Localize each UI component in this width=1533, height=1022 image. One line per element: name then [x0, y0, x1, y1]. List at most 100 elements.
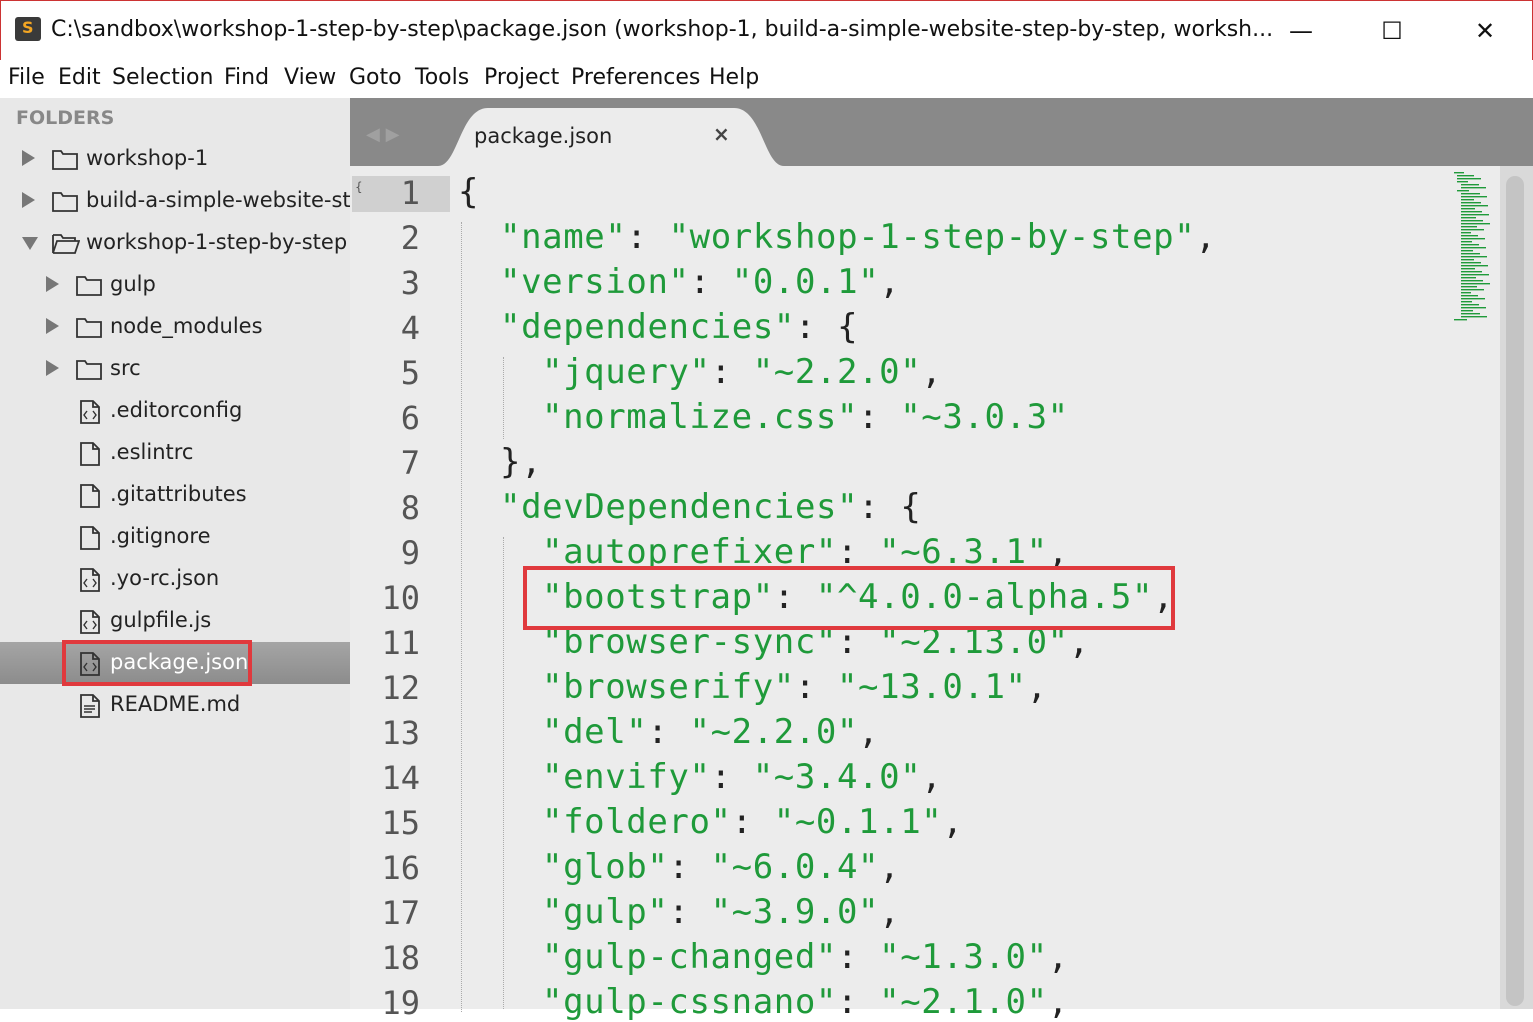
minimap-line: [1461, 235, 1478, 237]
punctuation-token: ,: [921, 757, 943, 797]
menu-preferences[interactable]: Preferences: [571, 65, 700, 90]
sidebar-item-label: src: [110, 356, 141, 380]
code-line[interactable]: "gulp": "~3.9.0",: [542, 892, 900, 932]
tab-nav-arrows-icon[interactable]: ◀ ▶: [366, 124, 399, 145]
menu-view[interactable]: View: [284, 65, 336, 90]
line-number: 15: [381, 804, 420, 842]
minimap-line: [1461, 226, 1477, 228]
minimap-line: [1461, 301, 1472, 303]
sidebar-item-editorconfig[interactable]: .editorconfig: [0, 390, 350, 432]
minimap-line: [1457, 178, 1481, 180]
maximize-button[interactable]: ☐: [1362, 11, 1422, 51]
sidebar-highlight-box: [62, 640, 252, 686]
minimap-line: [1454, 319, 1467, 321]
collapsed-arrow-icon[interactable]: [46, 318, 59, 334]
sidebar-item-build-a-simple-website-ste[interactable]: build-a-simple-website-ste: [0, 180, 364, 222]
string-token: "jquery": [542, 352, 711, 392]
collapsed-arrow-icon[interactable]: [46, 276, 59, 292]
punctuation-token: :: [836, 937, 880, 977]
sidebar-item-label: README.md: [110, 692, 241, 716]
folder-icon: [52, 190, 78, 216]
sublime-app-icon: [15, 17, 41, 41]
code-line[interactable]: "foldero": "~0.1.1",: [542, 802, 963, 842]
line-number: 11: [381, 624, 420, 662]
menu-selection[interactable]: Selection: [112, 65, 213, 90]
close-window-button[interactable]: ✕: [1455, 11, 1515, 51]
code-line[interactable]: "glob": "~6.0.4",: [542, 847, 900, 887]
line-number: 12: [381, 669, 420, 707]
punctuation-token: ,: [921, 352, 943, 392]
code-line[interactable]: "gulp-cssnano": "~2.1.0",: [542, 982, 1069, 1022]
expanded-arrow-icon[interactable]: [22, 237, 38, 250]
punctuation-token: :: [858, 397, 901, 437]
code-line[interactable]: },: [500, 442, 542, 482]
code-line[interactable]: "jquery": "~2.2.0",: [542, 352, 942, 392]
line-number: 5: [400, 354, 420, 392]
collapsed-arrow-icon[interactable]: [22, 192, 35, 208]
code-line[interactable]: {: [458, 172, 479, 212]
menu-project[interactable]: Project: [484, 65, 559, 90]
title-bar: C:\sandbox\workshop-1-step-by-step\packa…: [0, 0, 1533, 60]
scrollbar-thumb[interactable]: [1506, 176, 1524, 1006]
punctuation-token: :: [668, 847, 711, 887]
line-number: 9: [400, 534, 420, 572]
menu-goto[interactable]: Goto: [349, 65, 402, 90]
collapsed-arrow-icon[interactable]: [22, 150, 35, 166]
sidebar-item-gitattributes[interactable]: .gitattributes: [0, 474, 350, 516]
minimap[interactable]: [1452, 170, 1500, 330]
folders-header: FOLDERS: [16, 107, 115, 129]
sidebar-item-yo-rc-json[interactable]: .yo-rc.json: [0, 558, 350, 600]
string-token: "~2.2.0": [752, 352, 922, 392]
indent-guide: [503, 537, 504, 1009]
line-number: 18: [381, 939, 420, 977]
line-number: 2: [400, 219, 420, 257]
menu-tools[interactable]: Tools: [415, 65, 469, 90]
minimap-line: [1461, 304, 1479, 306]
minimap-line: [1461, 298, 1485, 300]
punctuation-token: },: [500, 442, 543, 482]
code-line[interactable]: "devDependencies": {: [500, 487, 921, 527]
text-file-icon: [80, 694, 100, 722]
string-token: "glob": [542, 847, 669, 887]
code-line[interactable]: "name": "workshop-1-step-by-step",: [500, 217, 1216, 257]
minimap-line: [1461, 250, 1473, 252]
sidebar-item-src[interactable]: src: [0, 348, 350, 390]
line-number: 4: [400, 309, 420, 347]
sidebar-item-gulp[interactable]: gulp: [0, 264, 350, 306]
sidebar-item-gitignore[interactable]: .gitignore: [0, 516, 350, 558]
file-icon: [80, 526, 100, 554]
string-token: "gulp": [542, 892, 669, 932]
punctuation-token: : {: [794, 307, 859, 347]
code-line[interactable]: "envify": "~3.4.0",: [542, 757, 942, 797]
string-token: "normalize.css": [542, 397, 859, 437]
code-line[interactable]: "browserify": "~13.0.1",: [542, 667, 1048, 707]
collapsed-arrow-icon[interactable]: [46, 360, 59, 376]
line-number: 17: [381, 894, 420, 932]
menu-find[interactable]: Find: [224, 65, 269, 90]
code-line[interactable]: "normalize.css": "~3.0.3": [542, 397, 1069, 437]
line-number: 8: [400, 489, 420, 527]
sidebar-item-workshop-1[interactable]: workshop-1: [0, 138, 350, 180]
code-line[interactable]: "del": "~2.2.0",: [542, 712, 879, 752]
tab-close-icon[interactable]: ×: [713, 122, 730, 146]
sidebar-item-node-modules[interactable]: node_modules: [0, 306, 350, 348]
string-token: "devDependencies": [500, 487, 859, 527]
sidebar-item-readme-md[interactable]: README.md: [0, 684, 350, 726]
code-line[interactable]: "dependencies": {: [500, 307, 858, 347]
sidebar-item-eslintrc[interactable]: .eslintrc: [0, 432, 350, 474]
sidebar-item-gulpfile-js[interactable]: gulpfile.js: [0, 600, 350, 642]
minimap-line: [1461, 313, 1480, 315]
punctuation-token: :: [668, 892, 711, 932]
minimap-line: [1461, 232, 1471, 234]
minimap-line: [1461, 184, 1479, 186]
code-line[interactable]: "gulp-changed": "~1.3.0",: [542, 937, 1069, 977]
menu-edit[interactable]: Edit: [58, 65, 101, 90]
minimize-button[interactable]: —: [1271, 11, 1331, 51]
menu-help[interactable]: Help: [709, 65, 759, 90]
menu-file[interactable]: File: [8, 65, 45, 90]
minimap-line: [1457, 175, 1474, 177]
sidebar-item-workshop-1-step-by-step[interactable]: workshop-1-step-by-step: [0, 222, 350, 264]
minimap-line: [1461, 265, 1488, 267]
line-number: 3: [400, 264, 420, 302]
code-line[interactable]: "version": "0.0.1",: [500, 262, 900, 302]
